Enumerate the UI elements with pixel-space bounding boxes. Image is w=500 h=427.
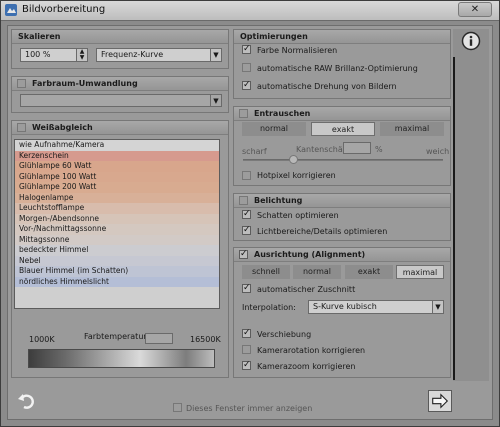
whitebalance-item[interactable]: Nebel — [15, 255, 219, 266]
whitebalance-item[interactable]: Glühlampe 200 Watt — [15, 182, 219, 193]
whitebalance-item[interactable]: Vor-/Nachmittagssonne — [15, 224, 219, 235]
whitebalance-header: Weißabgleich — [12, 121, 228, 135]
whitebalance-checkbox[interactable] — [17, 123, 26, 132]
scale-method-select[interactable]: Frequenz-Kurve ▼ — [96, 48, 222, 62]
alignment-checkbox[interactable]: ✓ — [239, 250, 248, 259]
sidebar-strip — [453, 29, 489, 381]
optimization-checkbox[interactable]: ✓ — [242, 81, 251, 90]
whitebalance-item[interactable]: Mittagssonne — [15, 234, 219, 245]
colorspace-header: Farbraum-Umwandlung — [12, 77, 228, 91]
edge-sharpness-input[interactable] — [343, 142, 371, 154]
denoise-mode-maximal[interactable]: maximal — [380, 122, 444, 136]
interpolation-value: S-Kurve kubisch — [313, 302, 377, 311]
alignment-option-checkbox[interactable]: ✓ — [242, 329, 251, 338]
temp-label: Farbtemperatur — [84, 332, 147, 341]
denoise-slider-track[interactable] — [243, 159, 443, 161]
alignment-header: Ausrichtung (Alignment) — [234, 248, 450, 262]
chevron-down-icon[interactable]: ▼ — [210, 95, 221, 106]
optimization-checkbox[interactable]: ✓ — [242, 45, 251, 54]
show-again-label: Dieses Fenster immer anzeigen — [186, 404, 313, 413]
optimization-label: automatische RAW Brillanz-Optimierung — [257, 64, 418, 73]
colorspace-select[interactable]: ▼ — [20, 94, 222, 107]
denoise-header: Entrauschen — [234, 107, 450, 121]
autocrop-label: automatischer Zuschnitt — [257, 285, 356, 294]
scale-method-value: Frequenz-Kurve — [101, 50, 164, 59]
denoise-mode-exakt[interactable]: exakt — [311, 122, 375, 136]
temperature-gradient-bar[interactable] — [28, 349, 215, 368]
close-button[interactable]: ✕ — [458, 2, 492, 17]
optimization-checkbox[interactable] — [242, 63, 251, 72]
whitebalance-item[interactable]: Morgen-/Abendsonne — [15, 213, 219, 224]
whitebalance-list[interactable]: wie Aufnahme/Kamera Kerzenschein Glühlampe… — [14, 139, 220, 309]
alignment-option-checkbox[interactable] — [242, 345, 251, 354]
whitebalance-item[interactable]: bedeckter Himmel — [15, 245, 219, 256]
interpolation-label: Interpolation: — [242, 303, 296, 312]
scaling-title: Skalieren — [18, 32, 61, 41]
alignment-mode-normal[interactable]: normal — [293, 265, 341, 279]
exposure-title: Belichtung — [254, 196, 303, 205]
whitebalance-item[interactable]: Halogenlampe — [15, 192, 219, 203]
scaling-header: Skalieren — [12, 30, 228, 44]
chevron-down-icon[interactable]: ▼ — [432, 301, 443, 313]
denoise-mode-normal[interactable]: normal — [242, 122, 306, 136]
info-icon[interactable] — [461, 31, 481, 51]
optimization-label: automatische Drehung von Bildern — [257, 82, 397, 91]
scale-percent-input[interactable]: 100 % ▲ ▼ — [20, 48, 88, 62]
whitebalance-item[interactable]: Blauer Himmel (im Schatten) — [15, 266, 219, 277]
interpolation-select[interactable]: S-Kurve kubisch ▼ — [308, 300, 444, 314]
autocrop-checkbox[interactable]: ✓ — [242, 284, 251, 293]
colorspace-checkbox[interactable] — [17, 79, 26, 88]
alignment-option-label: Kamerazoom korrigieren — [257, 362, 356, 371]
percent-sign: % — [375, 145, 383, 154]
exposure-checkbox[interactable] — [239, 196, 248, 205]
exposure-checkbox[interactable]: ✓ — [242, 226, 251, 235]
stepper-icon[interactable]: ▲ ▼ — [76, 49, 87, 61]
temp-max-label: 16500K — [190, 335, 221, 344]
optimization-label: Farbe Normalisieren — [257, 46, 338, 55]
hotpixel-label: Hotpixel korrigieren — [257, 171, 336, 180]
whitebalance-item[interactable]: Glühlampe 100 Watt — [15, 171, 219, 182]
temp-input[interactable] — [145, 333, 173, 344]
soft-label: weich — [426, 147, 450, 156]
next-arrow-icon[interactable] — [428, 390, 452, 412]
hotpixel-checkbox[interactable] — [242, 171, 251, 180]
chevron-down-icon[interactable]: ▼ — [210, 49, 221, 61]
alignment-title: Ausrichtung (Alignment) — [254, 250, 366, 259]
show-again-checkbox[interactable] — [173, 403, 182, 412]
exposure-label: Schatten optimieren — [257, 211, 339, 220]
alignment-mode-maximal[interactable]: maximal — [396, 265, 444, 279]
optimizations-header: Optimierungen — [234, 30, 450, 44]
alignment-option-label: Verschiebung — [257, 330, 312, 339]
whitebalance-title: Weißabgleich — [32, 123, 93, 132]
alignment-mode-schnell[interactable]: schnell — [242, 265, 290, 279]
optimizations-title: Optimierungen — [240, 32, 308, 41]
app-logo-icon — [5, 4, 17, 16]
exposure-checkbox[interactable]: ✓ — [242, 210, 251, 219]
whitebalance-item[interactable]: Glühlampe 60 Watt — [15, 161, 219, 172]
alignment-mode-exakt[interactable]: exakt — [345, 265, 393, 279]
exposure-label: Lichtbereiche/Details optimieren — [257, 227, 388, 236]
denoise-slider-knob[interactable] — [289, 155, 298, 164]
window-title: Bildvorbereitung — [22, 4, 106, 15]
sharp-label: scharf — [242, 147, 267, 156]
temp-min-label: 1000K — [29, 335, 55, 344]
whitebalance-item[interactable]: nördliches Himmelslicht — [15, 276, 219, 287]
footer-bar — [8, 385, 492, 419]
denoise-checkbox[interactable] — [239, 109, 248, 118]
alignment-option-checkbox[interactable]: ✓ — [242, 361, 251, 370]
whitebalance-item[interactable]: wie Aufnahme/Kamera — [15, 140, 219, 151]
alignment-option-label: Kamerarotation korrigieren — [257, 346, 366, 355]
whitebalance-item[interactable]: Leuchtstofflampe — [15, 203, 219, 214]
whitebalance-item[interactable]: Kerzenschein — [15, 150, 219, 161]
exposure-header: Belichtung — [234, 194, 450, 208]
colorspace-title: Farbraum-Umwandlung — [32, 79, 138, 88]
back-arrow-icon[interactable] — [16, 390, 38, 412]
denoise-title: Entrauschen — [254, 109, 311, 118]
scale-percent-value: 100 % — [25, 50, 51, 59]
sidebar-divider — [453, 57, 455, 380]
